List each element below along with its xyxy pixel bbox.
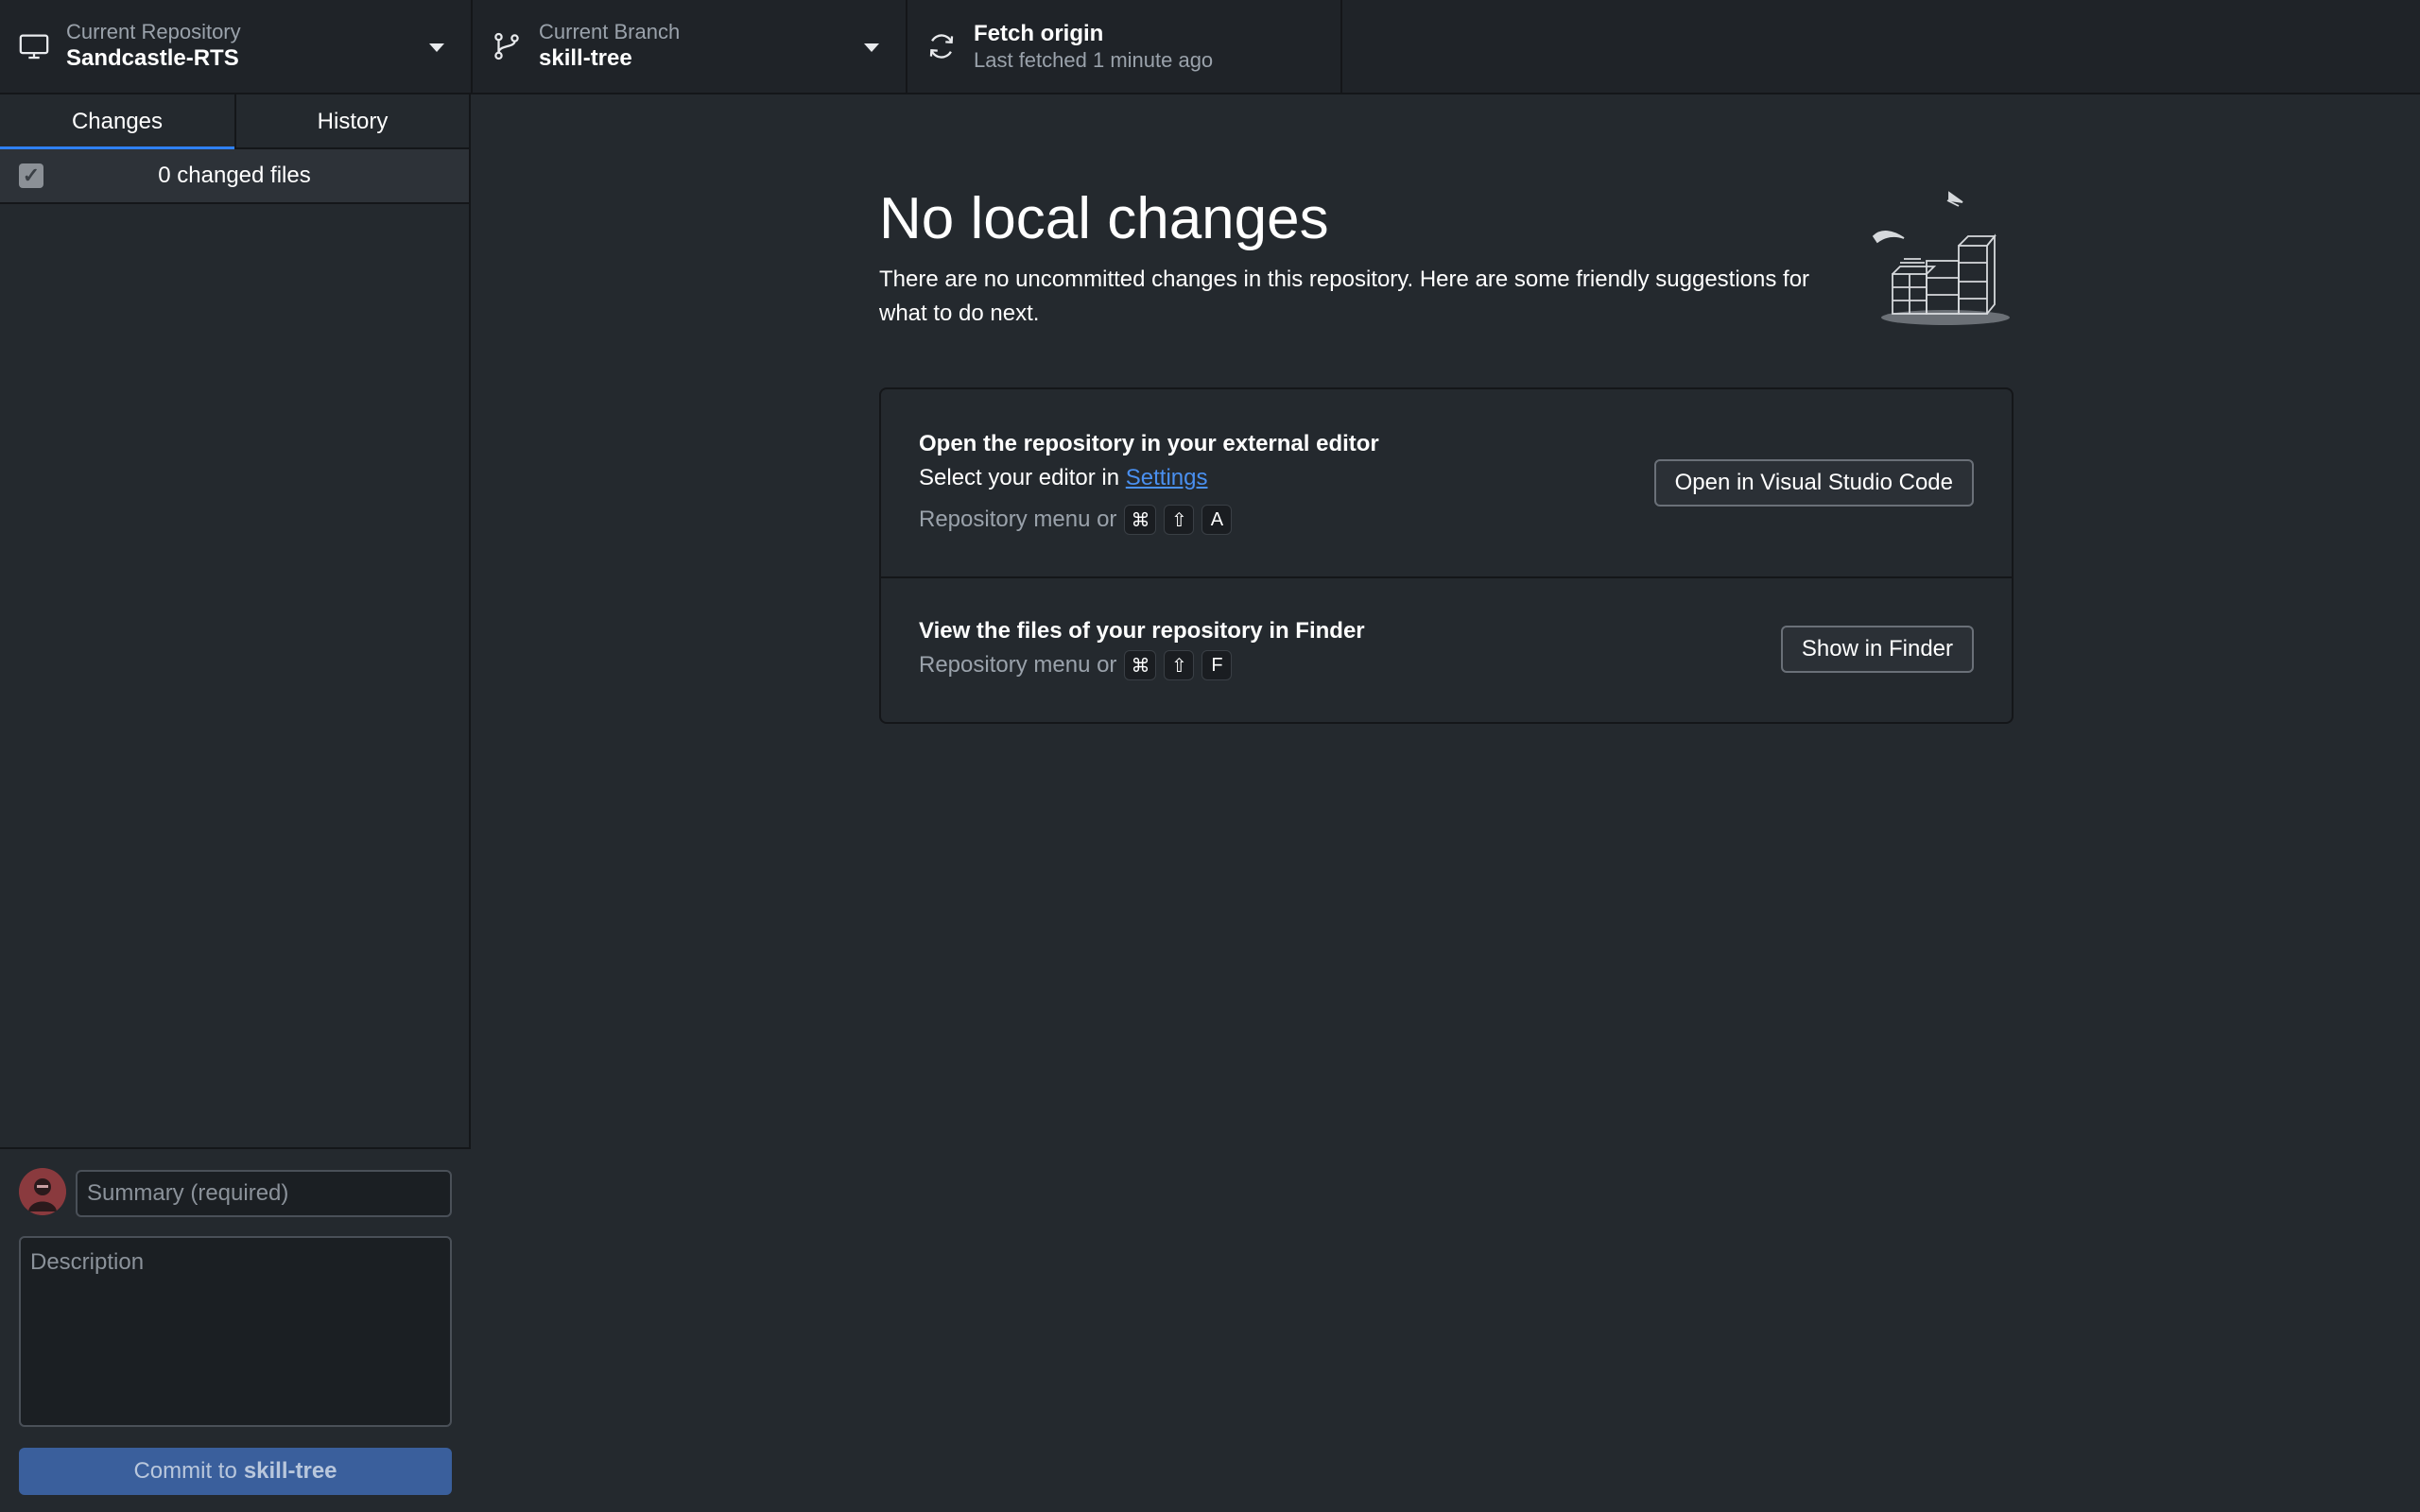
command-key-icon: ⌘ [1124,505,1157,535]
shortcut-prefix: Repository menu or [919,507,1117,532]
open-in-vscode-button[interactable]: Open in Visual Studio Code [1653,459,1974,507]
tab-history[interactable]: History [234,94,469,149]
branch-label: Current Branch [539,20,681,43]
suggestion-show-finder: View the files of your repository in Fin… [881,578,2012,722]
editor-text-prefix: Select your editor in [919,465,1120,490]
suggestions-card: Open the repository in your external edi… [879,387,2014,724]
intro-text: There are no uncommitted changes in this… [879,266,1810,326]
repository-name: Sandcastle-RTS [66,45,239,71]
branch-name: skill-tree [539,45,632,71]
suggestion-title: View the files of your repository in Fin… [919,618,1365,644]
shortcut-prefix: Repository menu or [919,652,1117,678]
select-all-checkbox[interactable]: ✓ [19,163,43,188]
page-title: No local changes [879,186,1329,251]
f-key: F [1201,650,1233,680]
fetch-title: Fetch origin [974,21,1104,46]
commit-button-branch: skill-tree [243,1458,337,1484]
commit-button[interactable]: Commit to skill-tree [19,1448,452,1495]
chevron-down-icon [864,43,879,52]
chevron-down-icon [429,43,444,52]
empty-state-illustration [1872,183,2014,335]
commit-button-prefix: Commit to [133,1458,237,1484]
fetch-subtitle: Last fetched 1 minute ago [974,48,1214,72]
commit-summary-input[interactable] [76,1170,452,1217]
keyboard-shortcut: Repository menu or ⌘ ⇧ F [919,650,1233,680]
suggestion-text: Select your editor in Settings [919,465,1208,491]
current-branch-dropdown[interactable]: Current Branch skill-tree [473,0,908,93]
main-content: No local changes There are no uncommitte… [473,94,2420,1512]
suggestion-open-editor: Open the repository in your external edi… [881,389,2012,578]
shift-key-icon: ⇧ [1164,505,1195,535]
git-branch-icon [490,29,524,63]
toolbar: Current Repository Sandcastle-RTS Curren… [0,0,2420,94]
fetch-origin-button[interactable]: Fetch origin Last fetched 1 minute ago [908,0,1342,93]
keyboard-shortcut: Repository menu or ⌘ ⇧ A [919,505,1233,535]
checkmark-icon: ✓ [22,163,41,187]
command-key-icon: ⌘ [1124,650,1157,680]
show-in-finder-button[interactable]: Show in Finder [1780,626,1974,673]
sync-icon [925,29,959,63]
desktop-icon [17,29,51,63]
suggestion-title: Open the repository in your external edi… [919,431,1379,456]
tab-changes[interactable]: Changes [0,94,234,151]
repository-label: Current Repository [66,20,241,43]
settings-link[interactable]: Settings [1126,465,1208,490]
changed-files-count: 0 changed files [158,163,311,188]
a-key: A [1201,505,1233,535]
commit-description-input[interactable] [19,1236,452,1427]
sidebar-tabs: Changes History [0,94,469,151]
commit-panel: Commit to skill-tree [0,1147,471,1512]
changed-files-header: ✓ 0 changed files [0,149,469,204]
shift-key-icon: ⇧ [1164,650,1195,680]
avatar [19,1168,66,1215]
current-repository-dropdown[interactable]: Current Repository Sandcastle-RTS [0,0,473,93]
